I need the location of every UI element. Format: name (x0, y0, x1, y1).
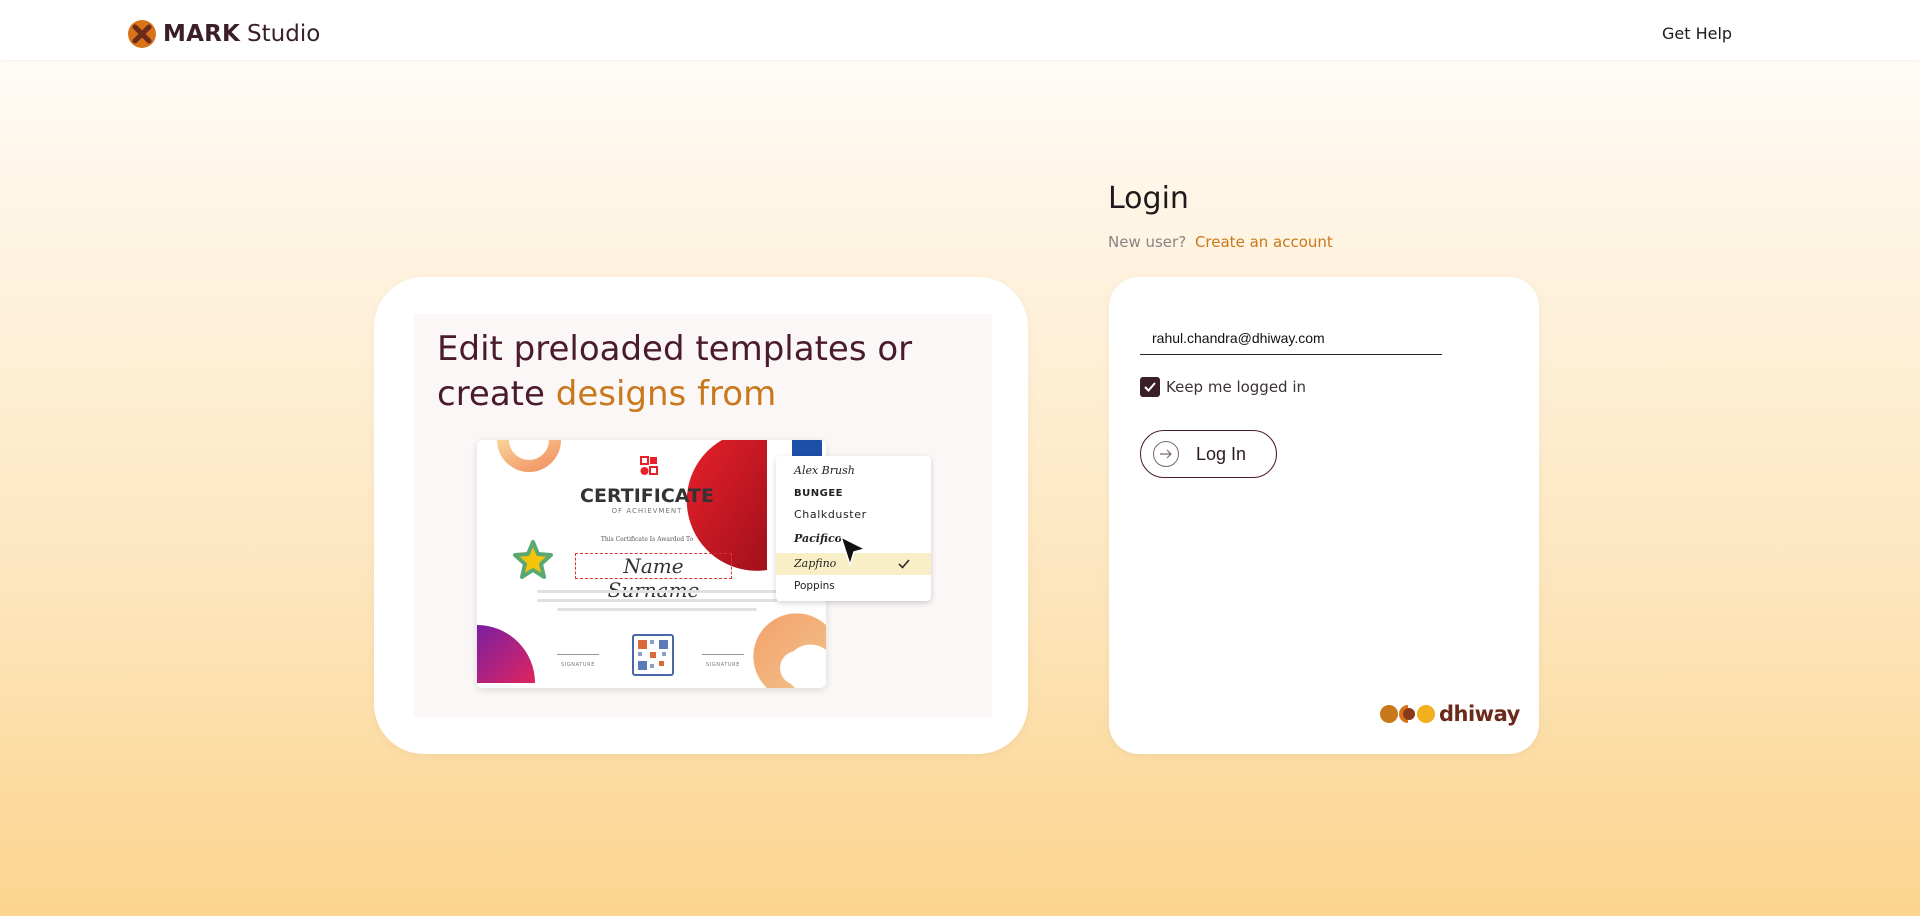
login-title: Login (1108, 181, 1189, 216)
keep-logged-in-label: Keep me logged in (1166, 378, 1307, 396)
signature-label-right: SIGNATURE (705, 662, 741, 668)
dhiway-brand: dhiway (1379, 702, 1520, 726)
login-card: Keep me logged in Log In dhiway (1109, 277, 1539, 754)
font-option-alex-brush: Alex Brush (794, 464, 855, 477)
brand-name-light: Studio (247, 21, 321, 47)
check-icon (1144, 382, 1156, 392)
login-button[interactable]: Log In (1140, 430, 1277, 478)
new-user-row: New user? Create an account (1108, 233, 1333, 251)
font-option-chalkduster: Chalkduster (794, 508, 867, 521)
mark-studio-logo-icon (128, 20, 156, 48)
certificate-body-text (537, 590, 777, 617)
keep-logged-in-checkbox[interactable]: Keep me logged in (1140, 377, 1306, 397)
font-option-poppins: Poppins (794, 580, 835, 592)
top-header: MARK Studio Get Help (0, 0, 1920, 60)
certificate-name-field: Name Surname (575, 553, 732, 602)
brand-name-bold: MARK (163, 21, 241, 47)
brand[interactable]: MARK Studio (127, 18, 320, 50)
headline-accent: designs from (555, 374, 777, 414)
certificate-subtitle: OF ACHIEVMENT (611, 507, 683, 515)
login-button-label: Log In (1196, 443, 1247, 464)
signature-label-left: SIGNATURE (560, 662, 596, 668)
get-help-link[interactable]: Get Help (1662, 24, 1732, 43)
certificate-preview: CERTIFICATE OF ACHIEVMENT This Certifica… (477, 440, 826, 688)
dhiway-wordmark: dhiway (1439, 702, 1520, 726)
certificate-title: CERTIFICATE (580, 485, 714, 507)
qr-code-icon (632, 634, 674, 676)
promo-headline: Edit preloaded templates or create desig… (437, 327, 977, 417)
arrow-right-circle-icon (1153, 441, 1179, 467)
font-dropdown-preview: Alex Brush BUNGEE Chalkduster Pacifico Z… (776, 456, 931, 601)
promo-illustration: Edit preloaded templates or create desig… (414, 314, 992, 717)
font-option-pacifico: Pacifico (794, 532, 843, 545)
promo-card: Edit preloaded templates or create desig… (374, 277, 1028, 754)
certificate-awarded-text: This Certificate Is Awarded To (600, 536, 694, 543)
checkbox-checked[interactable] (1140, 377, 1160, 397)
certificate-logo-icon (640, 456, 658, 475)
cursor-pointer-icon (840, 536, 866, 566)
signature-line-right (702, 654, 744, 655)
signature-line-left (557, 654, 599, 655)
check-icon (898, 559, 910, 569)
dhiway-logo-icon (1380, 705, 1435, 723)
email-field[interactable] (1140, 321, 1442, 355)
create-account-link[interactable]: Create an account (1195, 233, 1333, 251)
new-user-text: New user? (1108, 233, 1187, 251)
font-option-zapfino-label: Zapfino (794, 557, 837, 570)
font-option-bungee: BUNGEE (794, 488, 843, 499)
